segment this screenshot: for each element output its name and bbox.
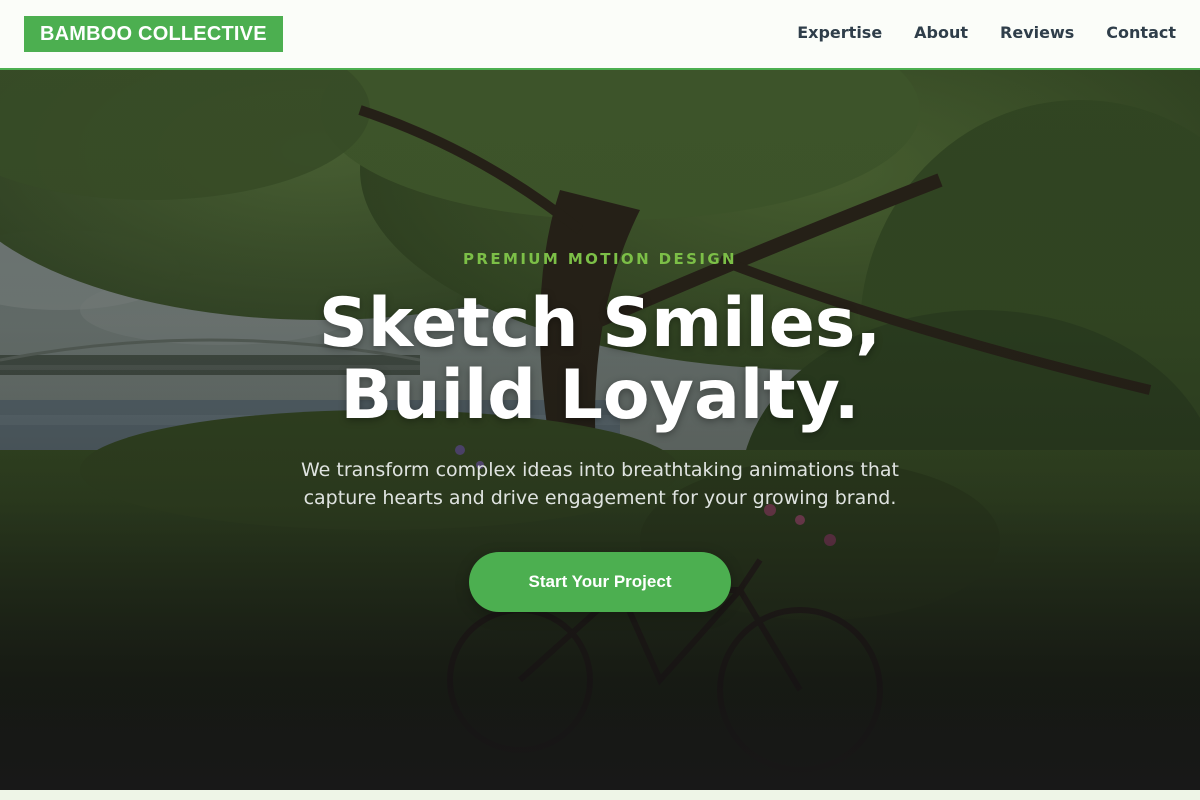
hero-headline: Sketch Smiles, Build Loyalty. (0, 288, 1200, 432)
headline-line-1: Sketch Smiles, (318, 284, 882, 363)
hero-eyebrow: PREMIUM MOTION DESIGN (463, 250, 737, 268)
main-nav: Expertise About Reviews Contact (797, 22, 1176, 44)
hero-section: PREMIUM MOTION DESIGN Sketch Smiles, Bui… (0, 70, 1200, 790)
hero-subtitle: We transform complex ideas into breathta… (300, 459, 900, 509)
nav-link-expertise[interactable]: Expertise (797, 22, 882, 44)
nav-link-reviews[interactable]: Reviews (1000, 22, 1074, 44)
nav-link-contact[interactable]: Contact (1106, 22, 1176, 44)
logo[interactable]: BAMBOO COLLECTIVE (24, 16, 283, 52)
next-section-edge (0, 790, 1200, 800)
site-header: BAMBOO COLLECTIVE Expertise About Review… (0, 0, 1200, 70)
headline-line-2: Build Loyalty. (340, 356, 860, 435)
start-project-button[interactable]: Start Your Project (469, 552, 731, 612)
nav-link-about[interactable]: About (914, 22, 968, 44)
